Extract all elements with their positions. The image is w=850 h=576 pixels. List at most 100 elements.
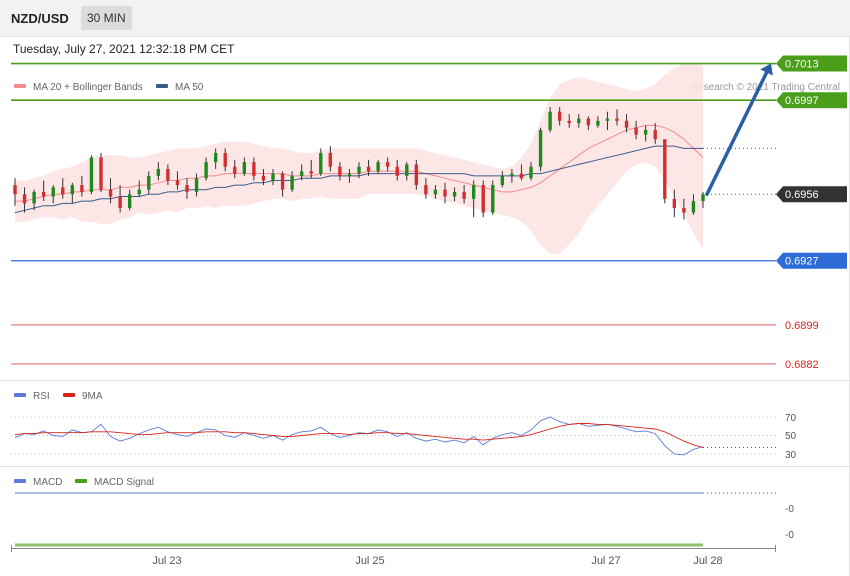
level-label: 0.6927	[785, 256, 819, 268]
macd-lines	[15, 492, 776, 547]
candle-body	[577, 118, 581, 124]
candle-body	[309, 171, 313, 174]
legend-swatch-macd-signal	[75, 479, 87, 483]
candle-body	[242, 162, 247, 174]
candle-body	[204, 162, 208, 179]
candle-body	[338, 166, 342, 176]
candle-body	[328, 152, 333, 167]
legend-label-rsi: RSI	[33, 391, 50, 402]
candle-body	[175, 180, 180, 186]
candle-body	[414, 164, 419, 186]
candle-body	[61, 187, 65, 195]
candle-body	[376, 162, 380, 172]
candle-body	[586, 118, 591, 126]
candle-body	[462, 191, 466, 199]
candle-body	[156, 169, 161, 176]
candle-body	[519, 173, 524, 179]
candle-body	[194, 178, 199, 192]
candle-body	[643, 130, 648, 135]
level-label: 0.6882	[785, 359, 819, 371]
candle	[89, 155, 94, 195]
level-label: 0.6956	[785, 189, 819, 201]
candle-body	[319, 152, 323, 174]
candle-body	[548, 111, 552, 131]
legend-label-9ma: 9MA	[82, 391, 103, 402]
candle-body	[385, 162, 390, 167]
candle-body	[624, 120, 629, 128]
legend-swatch-macd	[14, 479, 26, 483]
candle-body	[166, 169, 170, 181]
x-tick-label: Jul 27	[591, 555, 620, 567]
rsi-tick-30: 30	[785, 450, 797, 461]
legend-swatch-ma20	[14, 84, 26, 88]
candle-body	[500, 175, 505, 186]
candle-body	[185, 185, 189, 192]
candle-body	[70, 185, 75, 195]
candle-body	[233, 166, 237, 174]
legend-swatch-ma50	[156, 84, 168, 88]
candle-body	[51, 187, 55, 197]
candle	[538, 127, 543, 172]
legend-swatch-9ma	[63, 393, 75, 397]
level-label: 0.6899	[785, 320, 819, 332]
x-tick-label: Jul 23	[152, 555, 181, 567]
candle-body	[538, 130, 543, 167]
legend-label-ma50: MA 50	[175, 82, 204, 93]
candle-body	[80, 185, 84, 192]
candle-body	[89, 157, 94, 192]
candle-body	[701, 194, 705, 202]
candle-body	[653, 130, 657, 140]
candle-body	[433, 189, 438, 195]
candle-body	[605, 118, 610, 121]
legend-label-macd-signal: MACD Signal	[94, 477, 154, 488]
candle-body	[147, 175, 151, 190]
candle-body	[452, 191, 457, 197]
candle-body	[682, 208, 686, 213]
candle	[491, 180, 495, 215]
rsi-tick-50: 50	[785, 431, 797, 442]
candle-body	[108, 189, 113, 197]
candle-body	[223, 152, 227, 167]
candle-body	[280, 173, 285, 190]
candle-body	[471, 185, 476, 199]
candle-body	[357, 166, 361, 174]
candle-body	[299, 171, 304, 176]
candle-body	[691, 201, 696, 213]
candle-body	[213, 152, 218, 163]
candle-body	[405, 164, 409, 176]
candle-body	[127, 194, 132, 208]
candle-body	[41, 191, 46, 197]
candle-body	[290, 175, 294, 190]
legend-swatch-rsi	[14, 393, 26, 397]
candle-body	[424, 185, 428, 195]
level-label: 0.7013	[785, 59, 819, 71]
candle-body	[634, 127, 638, 135]
candle-body	[529, 166, 533, 179]
candle-body	[491, 185, 495, 213]
candle-body	[567, 120, 571, 124]
candle	[99, 152, 103, 192]
level-label: 0.6997	[785, 95, 819, 107]
legend-label-macd: MACD	[33, 477, 62, 488]
candle-body	[99, 157, 103, 190]
candle-body	[271, 173, 275, 181]
x-tick-label: Jul 25	[355, 555, 384, 567]
x-tick-label: Jul 28	[693, 555, 722, 567]
candle-body	[22, 194, 27, 204]
candle-body	[32, 191, 36, 204]
candle-body	[395, 166, 399, 176]
candle	[471, 180, 476, 218]
candle-body	[252, 162, 256, 176]
candle-body	[596, 120, 600, 126]
candle-body	[663, 139, 667, 199]
candle-body	[13, 185, 17, 195]
candle-body	[557, 111, 562, 121]
candle-body	[137, 189, 141, 195]
candle-body	[615, 118, 619, 121]
candle-body	[510, 173, 514, 176]
copyright-text: Research © 2021 Trading Central	[691, 82, 840, 93]
rsi-tick-70: 70	[785, 413, 797, 424]
macd-tick-label: -0	[785, 530, 794, 541]
candle-body	[261, 175, 266, 181]
candle	[663, 139, 667, 204]
